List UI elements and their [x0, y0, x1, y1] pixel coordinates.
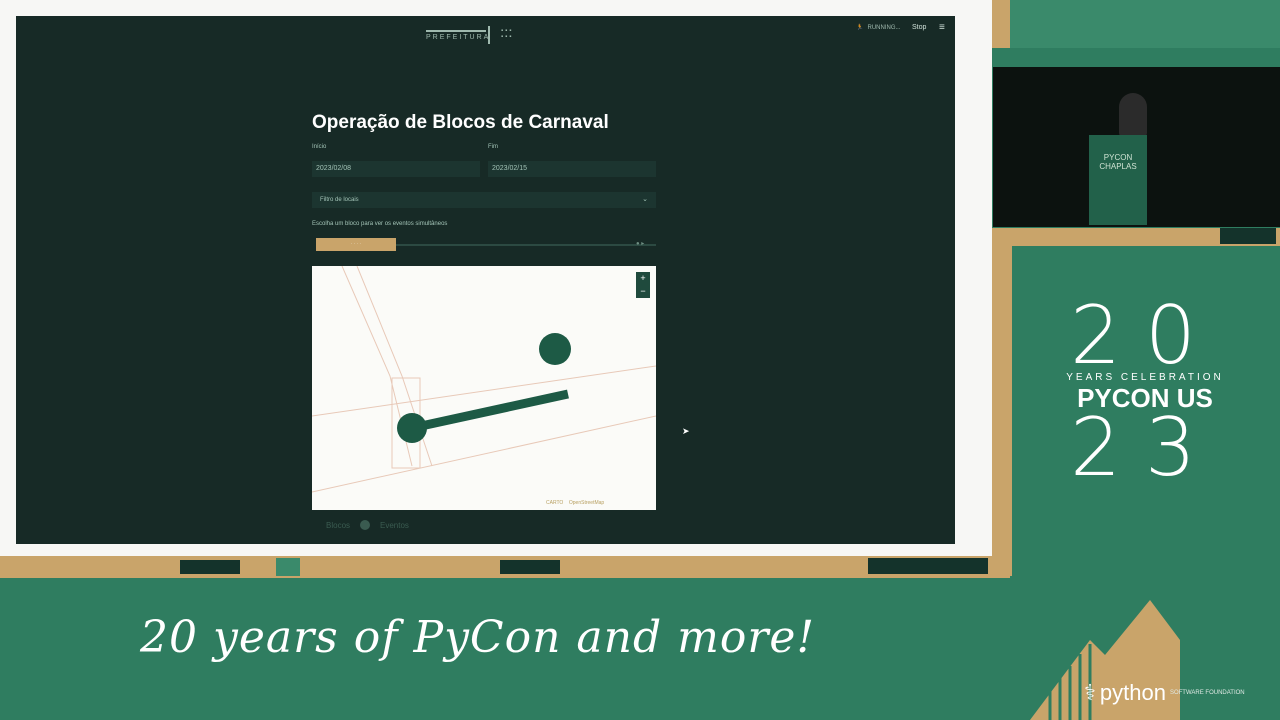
zoom-out-button[interactable]: −	[636, 285, 650, 298]
end-date-input[interactable]: 2023/02/15	[488, 161, 656, 177]
decor-block-dark	[868, 558, 988, 574]
bloco-marker[interactable]	[539, 333, 571, 365]
logo-year-top: 20	[1070, 289, 1220, 382]
app-window: PREFEITURA ▪▪▪ ▪▪▪ 🏃 RUNNING... Stop ≡ O…	[16, 16, 955, 544]
map-view[interactable]: + − CARTO OpenStreetMap	[312, 266, 656, 510]
attribution-carto[interactable]: CARTO	[546, 500, 563, 506]
python-wordmark: python	[1099, 680, 1166, 705]
map-canvas	[312, 266, 656, 493]
running-indicator: 🏃 RUNNING...	[856, 24, 901, 32]
podium: PYCON CHAPLAS	[1089, 135, 1147, 225]
logo-divider	[488, 26, 490, 44]
slide-frame: PREFEITURA ▪▪▪ ▪▪▪ 🏃 RUNNING... Stop ≡ O…	[0, 0, 992, 556]
prefeitura-logo: PREFEITURA ▪▪▪ ▪▪▪	[426, 26, 511, 44]
stop-button[interactable]: Stop	[912, 24, 926, 31]
zoom-in-button[interactable]: +	[636, 272, 650, 285]
pycon-us-2023-logo: 20 YEARS CELEBRATION PYCON US 23	[1040, 289, 1250, 520]
locations-filter-select[interactable]: Filtro de locais ⌄	[312, 192, 656, 208]
decor-strip-left	[992, 246, 1012, 576]
end-date-label: Fim	[488, 144, 498, 150]
python-subtitle: SOFTWARE FOUNDATION	[1169, 689, 1245, 696]
view-toggle: Blocos Eventos	[326, 520, 409, 530]
page-title: Operação de Blocos de Carnaval	[312, 112, 609, 133]
running-status: RUNNING...	[867, 24, 901, 31]
start-date-label: Início	[312, 144, 327, 150]
slider-end-icon: ● ▸	[636, 241, 645, 247]
attribution-osm[interactable]: OpenStreetMap	[569, 500, 604, 506]
start-date-input[interactable]: 2023/02/08	[312, 161, 480, 177]
decor-block-dark	[1220, 228, 1276, 244]
tagline: 20 years of PyCon and more!	[140, 612, 816, 663]
hamburger-icon[interactable]: ≡	[939, 22, 945, 33]
speaker-figure	[1119, 93, 1147, 137]
tab-blocos[interactable]: Blocos	[326, 521, 350, 530]
locations-filter-placeholder: Filtro de locais	[320, 197, 359, 203]
bloco-prompt: Escolha um bloco para ver os eventos sim…	[312, 221, 448, 227]
logo-year-bottom: 23	[1070, 401, 1220, 494]
decor-block-dark	[180, 560, 240, 574]
map-attribution: CARTO OpenStreetMap	[546, 500, 604, 506]
toggle-radio-icon[interactable]	[360, 520, 371, 530]
mouse-cursor-icon: ➤	[682, 426, 690, 436]
logo-dots: ▪▪▪ ▪▪▪	[501, 28, 514, 40]
decor-band-green	[1010, 0, 1280, 48]
street-line	[312, 415, 656, 493]
python-foundation-logo: ⚕ python SOFTWARE FOUNDATION	[1084, 680, 1245, 706]
tab-eventos[interactable]: Eventos	[380, 521, 409, 530]
logo-mark	[426, 24, 486, 32]
running-icon: 🏃	[856, 25, 864, 31]
chevron-down-icon: ⌄	[642, 196, 648, 203]
decor-block-dark	[500, 560, 560, 574]
decor-block-green	[276, 558, 300, 576]
bloco-marker[interactable]	[397, 413, 427, 443]
map-zoom-control: + −	[636, 272, 650, 298]
logo-text: PREFEITURA	[426, 34, 491, 41]
podium-sign-text: PYCON CHAPLAS	[1099, 153, 1137, 171]
speaker-video: PYCON CHAPLAS	[993, 67, 1280, 227]
bloco-slider-handle[interactable]: · · · ·	[316, 238, 396, 251]
python-snake-icon: ⚕	[1084, 680, 1096, 705]
bloco-route[interactable]	[411, 389, 569, 433]
